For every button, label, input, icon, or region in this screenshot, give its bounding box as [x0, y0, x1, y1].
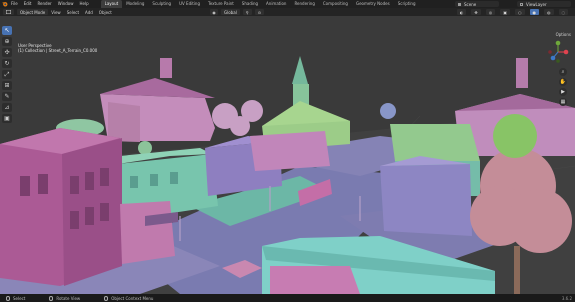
overlays-icon[interactable]: ◎ — [485, 9, 496, 15]
snap-icon[interactable]: ⚲ — [242, 9, 252, 15]
status-bar: Select Rotate View Object Context Menu 3… — [0, 294, 575, 302]
navigation-gizmo[interactable] — [546, 40, 570, 64]
view-layer-name: ViewLayer — [526, 1, 547, 7]
tab-texture-paint[interactable]: Texture Paint — [204, 0, 238, 8]
right-mouse-icon — [104, 295, 109, 301]
menu-help[interactable]: Help — [79, 0, 88, 8]
top-menu-bar: File Edit Render Window Help Layout Mode… — [0, 0, 575, 8]
3d-viewport[interactable]: User Perspective (1) Collection | Street… — [0, 16, 575, 294]
proportional-icon[interactable]: ⊙ — [254, 9, 265, 15]
view-nav-buttons: ⌕ ✋ ▶ ▦ — [559, 68, 567, 106]
annotate-tool-icon[interactable]: ✎ — [2, 92, 12, 101]
collection-label: (1) Collection | Street_A_Terrain_C0.000 — [18, 48, 98, 53]
tab-animation[interactable]: Animation — [262, 0, 290, 8]
status-select: Select — [6, 295, 26, 301]
rendered-shading-icon[interactable]: ◌ — [558, 9, 568, 15]
menu-select[interactable]: Select — [67, 10, 79, 15]
measure-tool-icon[interactable]: ⊿ — [2, 103, 12, 112]
scale-tool-icon[interactable]: ⤢ — [2, 70, 12, 79]
viewport-header: Object Mode View Select Add Object ◉ Glo… — [0, 8, 575, 16]
tab-uv-editing[interactable]: UV Editing — [175, 0, 204, 8]
material-shading-icon[interactable]: ◍ — [544, 9, 554, 15]
orientation-dropdown[interactable]: Global — [221, 9, 240, 15]
tab-sculpting[interactable]: Sculpting — [148, 0, 175, 8]
transform-controls: ◉ Global ⚲ ⊙ — [210, 9, 267, 15]
move-tool-icon[interactable]: ✣ — [2, 48, 12, 57]
status-context: Object Context Menu — [104, 295, 154, 301]
xray-icon[interactable]: ▣ — [500, 9, 510, 15]
mode-dropdown[interactable]: Object Mode — [17, 9, 49, 15]
workspace-tabs: Layout Modeling Sculpting UV Editing Tex… — [100, 0, 420, 8]
editor-type-button[interactable] — [3, 9, 14, 15]
visibility-icon[interactable]: ◐ — [456, 9, 467, 15]
tab-layout[interactable]: Layout — [100, 0, 123, 8]
tab-shading[interactable]: Shading — [238, 0, 262, 8]
tool-shelf: ↖ ⊕ ✣ ↻ ⤢ ⊞ ✎ ⊿ ▣ — [2, 26, 12, 123]
wireframe-shading-icon[interactable]: ○ — [515, 9, 525, 15]
add-cube-tool-icon[interactable]: ▣ — [2, 114, 12, 123]
menu-edit[interactable]: Edit — [24, 0, 32, 8]
left-mouse-icon — [6, 295, 10, 301]
rotate-tool-icon[interactable]: ↻ — [2, 59, 12, 68]
view-layer-selector[interactable]: ViewLayer — [517, 1, 571, 7]
perspective-toggle-icon[interactable]: ▦ — [559, 98, 567, 106]
tab-scripting[interactable]: Scripting — [394, 0, 420, 8]
status-context-label: Object Context Menu — [111, 295, 154, 301]
tab-geometry-nodes[interactable]: Geometry Nodes — [352, 0, 394, 8]
menu-window[interactable]: Window — [58, 0, 74, 8]
menu-file[interactable]: File — [11, 0, 18, 8]
tab-rendering[interactable]: Rendering — [290, 0, 318, 8]
menu-render[interactable]: Render — [37, 0, 51, 8]
status-rotate-label: Rotate View — [56, 295, 81, 301]
options-dropdown[interactable]: Options — [556, 32, 571, 37]
pivot-icon[interactable]: ◉ — [210, 9, 218, 15]
menu-view[interactable]: View — [51, 10, 61, 15]
solid-shading-icon[interactable]: ● — [529, 9, 539, 15]
transform-tool-icon[interactable]: ⊞ — [2, 81, 12, 90]
gizmo-toggle-icon[interactable]: ✥ — [471, 9, 481, 15]
version-label: 3.6.2 — [561, 295, 572, 301]
tab-modeling[interactable]: Modeling — [122, 0, 148, 8]
status-rotate: Rotate View — [49, 295, 81, 301]
pan-hand-icon[interactable]: ✋ — [559, 78, 567, 86]
tab-compositing[interactable]: Compositing — [319, 0, 352, 8]
menu-add[interactable]: Add — [85, 10, 93, 15]
shading-controls: ◐ ✥ ◎ ▣ ○ ● ◍ ◌ — [456, 9, 571, 15]
viewport-info: User Perspective (1) Collection | Street… — [18, 43, 97, 53]
select-box-tool-icon[interactable]: ↖ — [2, 26, 12, 35]
scene-selector[interactable]: Scene — [455, 1, 499, 7]
scene-name: Scene — [464, 1, 477, 7]
viewport-icon — [6, 10, 11, 14]
menu-object[interactable]: Object — [99, 10, 112, 15]
cursor-tool-icon[interactable]: ⊕ — [2, 37, 12, 46]
camera-view-icon[interactable]: ▶ — [559, 88, 567, 96]
town-scene — [0, 16, 575, 294]
middle-mouse-icon — [49, 295, 54, 301]
view-layer-icon — [520, 2, 523, 6]
blender-logo-icon[interactable] — [2, 1, 8, 7]
status-select-label: Select — [13, 295, 26, 301]
zoom-icon[interactable]: ⌕ — [559, 68, 567, 76]
scene-icon — [458, 2, 461, 6]
main-menu: File Edit Render Window Help — [11, 0, 95, 8]
